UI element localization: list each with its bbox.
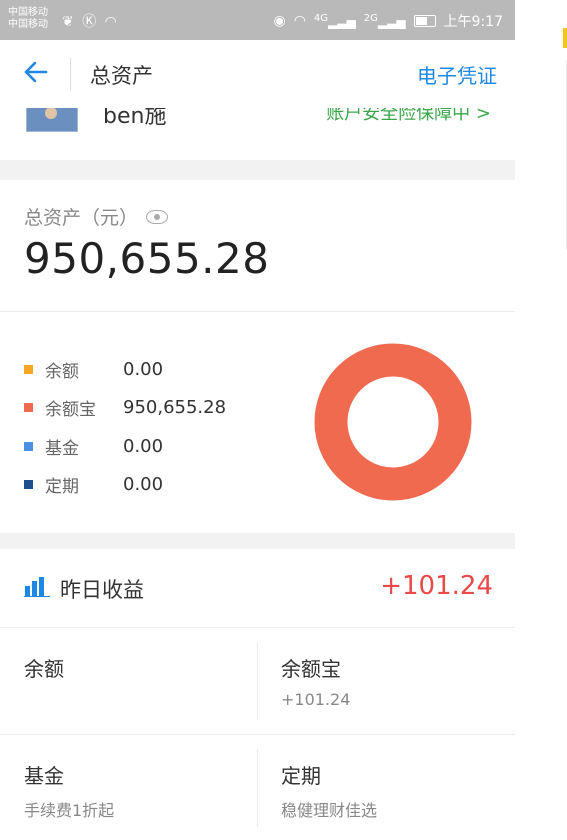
total-label: 总资产（元）	[24, 207, 139, 229]
product-sub: 手续费1折起	[24, 801, 115, 820]
product-name: 余额	[24, 657, 64, 681]
legend-swatch	[24, 364, 33, 374]
legend-swatch	[24, 441, 33, 451]
status-time: 上午9:17	[443, 14, 503, 30]
eye-toggle-icon[interactable]	[146, 209, 169, 224]
legend-value: 950,655.28	[123, 397, 227, 419]
product-sub: +101.24	[281, 690, 351, 709]
section-gap	[0, 160, 515, 180]
product-grid: 余额 余额宝 +101.24 基金 手续费1折起 定期 稳健理财佳选	[0, 628, 515, 840]
yesterday-earnings-value: +101.24	[380, 571, 493, 601]
asset-legend: 余额 0.00 余额宝 950,655.28 基金 0.00 定期 0.00	[24, 350, 226, 504]
carrier-2: 中国移动	[8, 19, 48, 30]
k-badge-icon: Ⓚ	[82, 14, 99, 30]
product-cell-fixed-term[interactable]: 定期 稳健理财佳选	[257, 735, 514, 840]
legend-name: 定期	[45, 477, 79, 498]
legend-value: 0.00	[123, 435, 164, 457]
asset-donut-chart	[314, 343, 472, 501]
page-title: 总资产	[90, 64, 153, 88]
legend-value: 0.00	[123, 474, 164, 496]
avatar	[26, 108, 78, 132]
status-right: ◉ ◠ 4G▂▃▅ 2G▂▃▅ 上午9:17	[273, 11, 503, 31]
product-cell-balance[interactable]: 余额	[0, 628, 257, 733]
yesterday-earnings-label: 昨日收益	[60, 578, 144, 602]
battery-icon	[413, 15, 436, 27]
product-sub: 稳健理财佳选	[281, 801, 378, 820]
yesterday-earnings-row[interactable]: 昨日收益 +101.24	[0, 549, 515, 628]
donut-ring	[314, 343, 472, 501]
header-divider	[70, 58, 71, 90]
carrier-labels: 中国移动 中国移动	[8, 7, 48, 31]
notification-icons: ❦ Ⓚ ◠	[62, 11, 119, 31]
divider	[0, 311, 515, 312]
grid-divider	[257, 749, 258, 827]
product-name: 定期	[281, 764, 321, 788]
status-bar: 中国移动 中国移动 ❦ Ⓚ ◠ ◉ ◠ 4G▂▃▅ 2G▂▃▅ 上午9:17	[0, 0, 515, 40]
total-value: 950,655.28	[24, 234, 270, 283]
phone-screen: 中国移动 中国移动 ❦ Ⓚ ◠ ◉ ◠ 4G▂▃▅ 2G▂▃▅ 上午9:17 总…	[0, 0, 515, 840]
carrier-1: 中国移动	[8, 7, 48, 18]
back-arrow-icon[interactable]	[22, 58, 50, 86]
legend-name: 余额	[45, 361, 79, 382]
legend-value: 0.00	[123, 358, 164, 380]
legend-name: 余额宝	[45, 400, 96, 421]
total-label-group: 总资产（元）	[24, 203, 169, 230]
legend-name: 基金	[45, 438, 79, 459]
legend-item: 余额宝 950,655.28	[24, 389, 226, 428]
legend-item: 基金 0.00	[24, 427, 226, 466]
product-cell-fund[interactable]: 基金 手续费1折起	[0, 735, 257, 840]
product-name: 余额宝	[281, 657, 341, 681]
ring-icon: ◠	[104, 14, 119, 30]
signal-2: 2G▂▃▅	[363, 13, 406, 29]
notification-app-icon: ❦	[62, 14, 76, 30]
eye-comfort-icon: ◉	[273, 13, 286, 29]
legend-item: 定期 0.00	[24, 466, 226, 505]
section-gap	[0, 533, 515, 549]
legend-swatch	[24, 480, 33, 490]
security-insurance-link[interactable]: 账户安全险保障中 >	[326, 108, 491, 125]
product-name: 基金	[24, 764, 64, 788]
e-voucher-link[interactable]: 电子凭证	[417, 60, 497, 89]
legend-item: 余额 0.00	[24, 350, 226, 389]
signal-1: 4G▂▃▅	[313, 13, 356, 29]
background-strip	[515, 0, 567, 840]
account-name: ben施	[103, 108, 167, 129]
app-header: 总资产 电子凭证	[0, 40, 515, 109]
legend-swatch	[24, 403, 33, 413]
grid-divider	[257, 642, 258, 720]
side-marker	[563, 28, 567, 48]
bar-chart-icon	[24, 577, 50, 597]
account-peek-row[interactable]: ben施 账户安全险保障中 >	[0, 108, 515, 160]
wifi-icon: ◠	[293, 13, 306, 29]
product-cell-yuebao[interactable]: 余额宝 +101.24	[257, 628, 514, 733]
